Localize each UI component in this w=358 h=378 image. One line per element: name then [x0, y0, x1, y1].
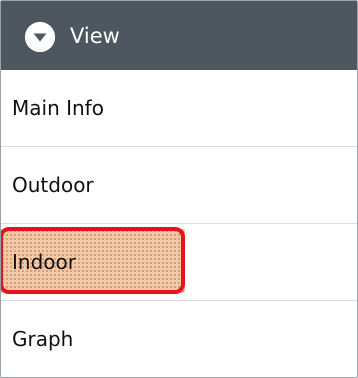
menu-item-label: Graph: [12, 327, 74, 351]
menu-item-main-info[interactable]: Main Info: [1, 70, 357, 147]
chevron-down-circle-icon: [25, 22, 55, 52]
view-menu: View Main Info Outdoor Indoor Graph: [0, 0, 358, 378]
menu-item-graph[interactable]: Graph: [1, 301, 357, 377]
menu-item-label: Outdoor: [12, 173, 94, 197]
menu-header[interactable]: View: [1, 1, 357, 70]
menu-item-label: Main Info: [12, 96, 104, 120]
menu-header-title: View: [70, 24, 120, 48]
chevron-down-circle-icon: [25, 22, 55, 52]
menu-item-indoor[interactable]: Indoor: [1, 224, 357, 301]
menu-item-label: Indoor: [12, 250, 76, 274]
menu-item-outdoor[interactable]: Outdoor: [1, 147, 357, 224]
